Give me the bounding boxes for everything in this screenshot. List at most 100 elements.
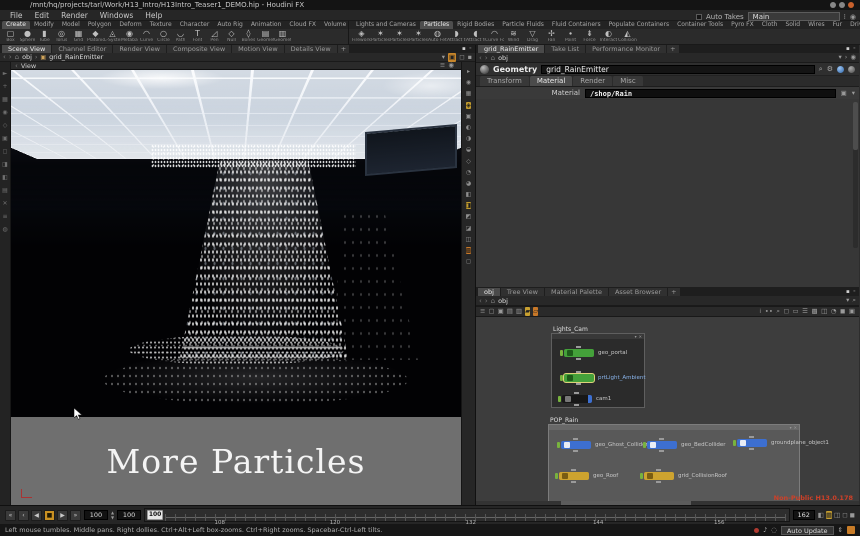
- shelf-tab[interactable]: Auto Rig: [213, 21, 246, 29]
- op-chooser-icon[interactable]: ▣: [841, 89, 847, 97]
- shelf-tab[interactable]: Create: [2, 21, 30, 29]
- network-tool-icon[interactable]: ▭: [792, 307, 798, 316]
- network-node[interactable]: grid_CollisionRoof: [644, 471, 727, 481]
- pane-tab[interactable]: obj: [478, 288, 500, 296]
- shelf-tool[interactable]: ◊ Bones: [240, 29, 257, 44]
- notify-icon[interactable]: ◉: [850, 13, 856, 21]
- network-node[interactable]: geo_Roof: [559, 471, 618, 481]
- pin-icon[interactable]: ⌂: [491, 54, 495, 62]
- transport-button[interactable]: ▶: [57, 510, 68, 521]
- current-frame-field[interactable]: 100: [117, 510, 141, 520]
- search-icon[interactable]: ⌕: [852, 296, 856, 305]
- add-pane-tab-button[interactable]: +: [667, 45, 678, 53]
- pane-tab[interactable]: Motion View: [232, 45, 284, 53]
- view-tool-icon[interactable]: ▩: [466, 247, 472, 254]
- pane-tab[interactable]: grid_RainEmitter: [478, 45, 544, 53]
- shelf-tool[interactable]: ◬ L-System: [104, 29, 121, 44]
- side-tool-icon[interactable]: ◉: [2, 109, 7, 116]
- close-button[interactable]: [848, 2, 854, 8]
- shelf-tool[interactable]: ◉ Metaball: [121, 29, 138, 44]
- parameter-tab[interactable]: Transform: [480, 76, 529, 86]
- shelf-tool[interactable]: ◎ Torus: [53, 29, 70, 44]
- view-tool-icon[interactable]: ◇: [466, 158, 471, 165]
- menu-item[interactable]: Help: [139, 11, 168, 20]
- timeline[interactable]: 108 120 132 144: [144, 508, 790, 522]
- shelf-tab[interactable]: Cloth: [758, 21, 782, 29]
- pane-maximize-icon[interactable]: ▪: [846, 45, 850, 53]
- view-collapse-icon[interactable]: ‹: [15, 62, 18, 70]
- pane-tab[interactable]: Render View: [113, 45, 166, 53]
- network-node[interactable]: groundplane_object1: [737, 438, 829, 448]
- view-tool-icon[interactable]: ◉: [466, 79, 471, 86]
- network-tool-icon[interactable]: ◼: [840, 307, 845, 316]
- shelf-tool[interactable]: ∙ Point: [561, 29, 580, 44]
- network-node[interactable]: geo_portal: [564, 348, 627, 358]
- view-tool-icon[interactable]: ◻: [466, 258, 471, 265]
- auto-update-selector[interactable]: Auto Update: [781, 526, 834, 535]
- node-body[interactable]: [647, 441, 677, 449]
- network-tool-icon[interactable]: ≡: [480, 307, 485, 316]
- view-tool-icon[interactable]: ▦: [466, 90, 472, 97]
- side-tool-icon[interactable]: ≡: [2, 213, 7, 220]
- frame-end-field[interactable]: 162: [793, 510, 815, 520]
- pane-tab[interactable]: Take List: [545, 45, 585, 53]
- transport-button[interactable]: ■: [44, 510, 55, 521]
- network-box-pop[interactable]: POP_Rain ▾✕ geo_Ghost_Collider: [548, 424, 800, 505]
- menu-item[interactable]: Edit: [29, 11, 56, 20]
- view-tool-icon[interactable]: ◒: [466, 146, 471, 153]
- view-tool-icon[interactable]: ◩: [466, 213, 472, 220]
- path-dropdown-icon[interactable]: ▾: [838, 53, 841, 62]
- shelf-tab[interactable]: Animation: [247, 21, 286, 29]
- shelf-tool[interactable]: ◭ Collision D..: [618, 29, 637, 44]
- material-menu-icon[interactable]: ▾: [852, 89, 855, 97]
- shelf-tool[interactable]: ▽ Drag: [523, 29, 542, 44]
- side-tool-icon[interactable]: ◨: [2, 161, 8, 168]
- forward-icon[interactable]: ›: [9, 53, 12, 61]
- shelf-tool[interactable]: ✶ Particles fr..: [390, 29, 409, 44]
- add-pane-tab-button[interactable]: +: [668, 288, 679, 296]
- shelf-tab[interactable]: Particles: [420, 21, 453, 29]
- shelf-tool[interactable]: ◈ Fireworks: [352, 29, 371, 44]
- view-tool-icon[interactable]: ◫: [466, 236, 472, 243]
- side-tool-icon[interactable]: ▦: [2, 96, 8, 103]
- shelf-tab[interactable]: Cloud FX: [285, 21, 320, 29]
- record-icon[interactable]: [754, 528, 759, 533]
- side-tool-icon[interactable]: ◻: [3, 148, 8, 155]
- shelf-tab[interactable]: Drive Simulation: [846, 21, 860, 29]
- network-tool-icon[interactable]: ▤: [507, 307, 513, 316]
- shelf-tool[interactable]: T Font: [189, 29, 206, 44]
- shelf-tab[interactable]: Fluid Containers: [548, 21, 605, 29]
- shelf-tool[interactable]: ◆ Platonic: [87, 29, 104, 44]
- breadcrumb-root[interactable]: obj: [498, 54, 508, 62]
- network-node[interactable]: cam1: [562, 394, 611, 404]
- shelf-tool[interactable]: ◿ Pen: [206, 29, 223, 44]
- breadcrumb-root[interactable]: obj: [22, 53, 32, 61]
- forward-icon[interactable]: ›: [485, 54, 488, 62]
- shelf-tab[interactable]: Modify: [30, 21, 58, 29]
- side-tool-icon[interactable]: ▤: [2, 187, 8, 194]
- path-dropdown-icon[interactable]: ▾: [846, 296, 849, 305]
- take-selector[interactable]: Main: [748, 12, 840, 21]
- shelf-tool[interactable]: ◠ Curve Force: [485, 29, 504, 44]
- pane-tab[interactable]: Channel Editor: [52, 45, 112, 53]
- node-body[interactable]: [562, 395, 592, 403]
- back-icon[interactable]: ‹: [3, 53, 6, 61]
- menu-item[interactable]: File: [4, 11, 29, 20]
- network-tool-icon[interactable]: ▣: [498, 307, 504, 316]
- shelf-tool[interactable]: ◇ Null: [223, 29, 240, 44]
- shelf-tab[interactable]: Pyro FX: [727, 21, 758, 29]
- transport-button[interactable]: »: [70, 510, 81, 521]
- breadcrumb-root[interactable]: obj: [498, 297, 508, 305]
- pane-tab[interactable]: Material Palette: [545, 288, 608, 296]
- shelf-tab[interactable]: Deform: [115, 21, 145, 29]
- network-editor[interactable]: Lights_Cam ▾✕ geo_portal: [476, 317, 859, 505]
- playbar-option-icon[interactable]: ▦: [826, 511, 832, 519]
- mute-icon[interactable]: ◌: [771, 526, 777, 534]
- side-tool-icon[interactable]: ►: [3, 70, 8, 77]
- network-tool-icon[interactable]: ◫: [821, 307, 827, 316]
- pane-menu-icon[interactable]: ◦: [853, 45, 856, 53]
- forward-icon[interactable]: ›: [485, 297, 488, 305]
- view-camera-icon[interactable]: ◉: [448, 61, 454, 70]
- transport-button[interactable]: ◀: [31, 510, 42, 521]
- network-tool-icon[interactable]: ▣: [849, 307, 855, 316]
